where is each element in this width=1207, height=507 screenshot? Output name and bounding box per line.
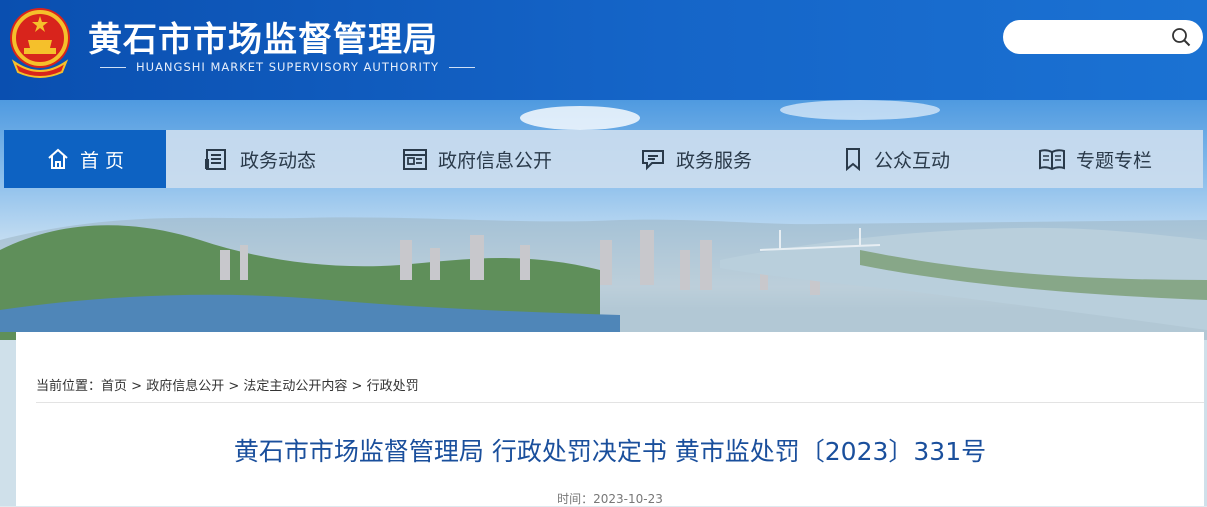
breadcrumb-separator: > (224, 379, 244, 394)
nav-item-interaction[interactable]: 公众互动 (842, 130, 950, 188)
news-icon (205, 149, 226, 170)
site-subtitle-text: HUANGSHI MARKET SUPERVISORY AUTHORITY (136, 60, 439, 74)
nav-label: 专题专栏 (1076, 149, 1153, 172)
breadcrumb: 当前位置：首页 > 政府信息公开 > 法定主动公开内容 > 行政处罚 (36, 375, 419, 394)
site-title: 黄石市市场监督管理局 (88, 20, 438, 60)
nav-label: 公众互动 (874, 149, 951, 172)
breadcrumb-separator: > (347, 379, 367, 394)
home-icon (48, 148, 68, 169)
breadcrumb-prefix: 当前位置： (36, 379, 102, 394)
article-date: 时间：2023-10-23 (557, 492, 663, 506)
book-icon (1039, 149, 1065, 171)
main-nav: 首 页 政务动态 政府信息公开 政务服务 公众互动 专题专栏 (4, 130, 1203, 188)
nav-label: 政府信息公开 (438, 149, 553, 172)
service-chat-icon (642, 150, 664, 171)
breadcrumb-link-home[interactable]: 首页 (101, 379, 127, 394)
nav-item-news[interactable]: 政务动态 (204, 130, 316, 188)
nav-item-topics[interactable]: 专题专栏 (1038, 130, 1152, 188)
nav-label: 政务动态 (240, 149, 317, 172)
subtitle-divider-left (100, 66, 126, 68)
site-subtitle: HUANGSHI MARKET SUPERVISORY AUTHORITY (90, 60, 485, 74)
nav-item-gov-info[interactable]: 政府信息公开 (402, 130, 552, 188)
breadcrumb-link-statutory[interactable]: 法定主动公开内容 (243, 379, 347, 394)
national-emblem-icon (10, 8, 70, 78)
bookmark-icon (846, 148, 860, 171)
breadcrumb-link-gov-info[interactable]: 政府信息公开 (146, 379, 224, 394)
search-icon[interactable] (1171, 27, 1191, 47)
site-header: 黄石市市场监督管理局 HUANGSHI MARKET SUPERVISORY A… (0, 0, 1207, 100)
info-icon (403, 149, 427, 170)
search-input[interactable] (1003, 20, 1203, 54)
nav-label: 首 页 (79, 149, 125, 172)
breadcrumb-divider (36, 402, 1204, 403)
article-title: 黄石市市场监督管理局 行政处罚决定书 黄市监处罚〔2023〕331号 (233, 437, 987, 466)
nav-item-services[interactable]: 政务服务 (640, 130, 752, 188)
nav-item-home[interactable]: 首 页 (4, 130, 166, 188)
subtitle-divider-right (448, 66, 475, 68)
breadcrumb-separator: > (127, 379, 147, 394)
nav-label: 政务服务 (676, 149, 753, 172)
breadcrumb-link-penalty[interactable]: 行政处罚 (367, 379, 419, 394)
content-panel: 当前位置：首页 > 政府信息公开 > 法定主动公开内容 > 行政处罚 黄石市市场… (16, 332, 1204, 506)
